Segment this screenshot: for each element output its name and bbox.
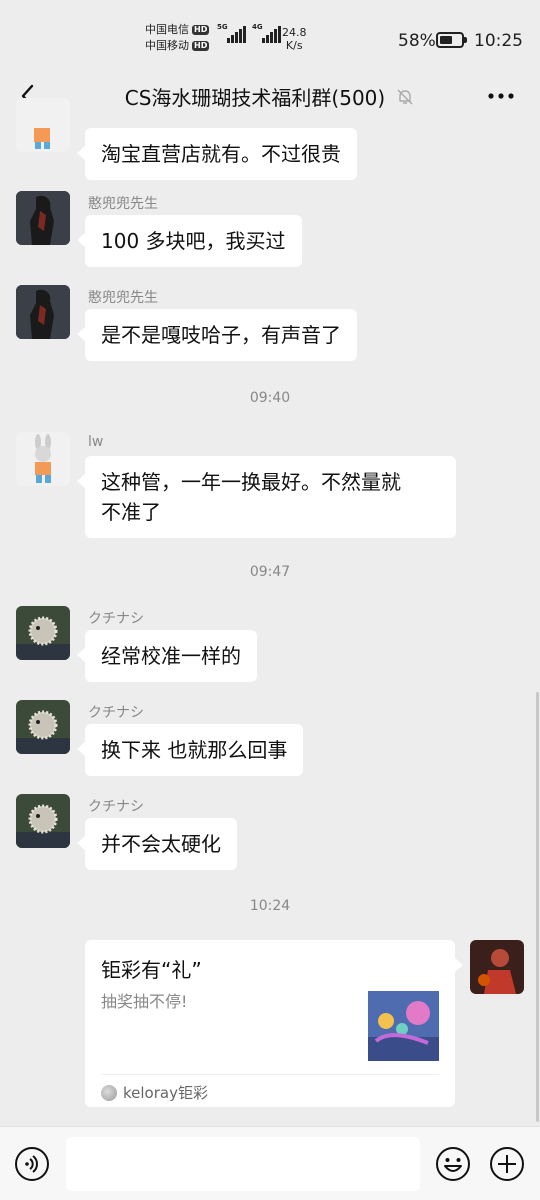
sender-name: 憨兜兜先生 bbox=[88, 290, 158, 306]
hd-badge-1: HD bbox=[192, 25, 210, 35]
status-bar: 中国电信 HD 中国移动 HD 5G 4G 24.8 K/s 58% 10:25 bbox=[0, 0, 540, 72]
network-speed: 24.8 K/s bbox=[282, 26, 307, 52]
card-thumbnail bbox=[368, 991, 439, 1061]
timestamp: 10:24 bbox=[249, 898, 291, 914]
source-logo-icon bbox=[101, 1084, 117, 1101]
card-source: keloray钜彩 bbox=[101, 1082, 208, 1103]
card-divider bbox=[101, 1074, 439, 1075]
sender-name: lw bbox=[88, 434, 104, 450]
message-bubble[interactable]: 换下来 也就那么回事 bbox=[76, 724, 304, 776]
scrollbar[interactable] bbox=[536, 692, 539, 1122]
voice-icon[interactable] bbox=[14, 1146, 50, 1182]
avatar[interactable] bbox=[16, 285, 70, 339]
battery-percent: 58% bbox=[398, 31, 436, 51]
more-dots-icon[interactable] bbox=[484, 82, 518, 110]
message-bubble[interactable]: 淘宝直营店就有。不过很贵 bbox=[77, 128, 357, 180]
message-bubble[interactable]: 100 多块吧，我买过 bbox=[77, 215, 302, 267]
card-title: 钜彩有“礼” bbox=[101, 958, 202, 982]
message-bubble[interactable]: 并不会太硬化 bbox=[77, 818, 237, 870]
bell-off-icon bbox=[397, 89, 413, 104]
chat-title[interactable]: CS海水珊瑚技术福利群(500) bbox=[125, 82, 385, 111]
plus-icon[interactable] bbox=[489, 1146, 525, 1182]
avatar[interactable] bbox=[16, 700, 70, 754]
sender-name: クチナシ bbox=[88, 799, 144, 815]
carrier-info: 中国电信 HD 中国移动 HD bbox=[145, 22, 210, 54]
avatar[interactable] bbox=[16, 606, 70, 660]
signal-icons: 5G 4G bbox=[217, 23, 281, 43]
card-source-name: keloray钜彩 bbox=[123, 1084, 208, 1102]
clock: 10:25 bbox=[474, 31, 523, 51]
sender-name: クチナシ bbox=[88, 611, 144, 627]
message-bubble[interactable]: 这种管，一年一换最好。不然量就 不准了 bbox=[77, 456, 456, 538]
timestamp: 09:40 bbox=[249, 390, 291, 406]
sender-name: 憨兜兜先生 bbox=[88, 196, 158, 212]
hd-badge-2: HD bbox=[192, 41, 210, 51]
signal-4g-icon: 4G bbox=[252, 23, 281, 43]
carrier-1: 中国电信 bbox=[145, 23, 189, 36]
timestamp: 09:47 bbox=[249, 564, 291, 580]
chat-header: CS海水珊瑚技术福利群(500) bbox=[0, 72, 540, 120]
signal-5g-icon: 5G bbox=[217, 23, 246, 43]
avatar[interactable] bbox=[16, 98, 70, 152]
message-input[interactable] bbox=[66, 1137, 420, 1191]
avatar[interactable] bbox=[16, 794, 70, 848]
message-bubble[interactable]: 是不是嘎吱哈子，有声音了 bbox=[77, 309, 357, 361]
message-bubble[interactable]: 经常校准一样的 bbox=[77, 630, 257, 682]
emoji-icon[interactable] bbox=[435, 1146, 471, 1182]
self-avatar[interactable] bbox=[470, 940, 524, 994]
sender-name: クチナシ bbox=[88, 705, 144, 721]
battery-icon bbox=[436, 32, 467, 48]
card-description: 抽奖抽不停! bbox=[101, 992, 188, 1011]
avatar[interactable] bbox=[16, 191, 70, 245]
avatar[interactable] bbox=[16, 432, 70, 486]
link-card[interactable]: 钜彩有“礼” 抽奖抽不停! keloray钜彩 bbox=[85, 940, 463, 1107]
input-bar bbox=[0, 1126, 540, 1200]
carrier-2: 中国移动 bbox=[145, 39, 189, 52]
